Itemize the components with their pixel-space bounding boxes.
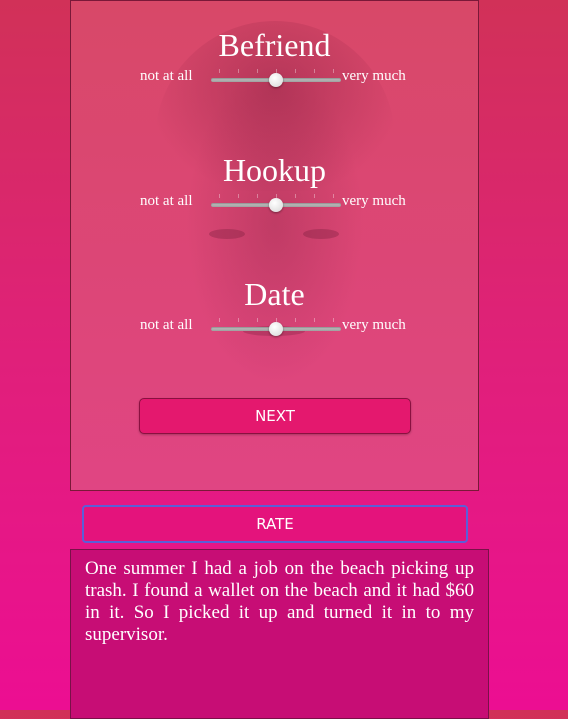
slider-tick — [314, 69, 315, 73]
high-label: very much — [342, 317, 406, 333]
slider-tick — [295, 194, 296, 198]
date-slider[interactable] — [211, 318, 341, 340]
high-label: very much — [342, 68, 406, 84]
slider-tick — [238, 194, 239, 198]
befriend-slider[interactable] — [211, 69, 341, 91]
rating-panel: Befriend not at all very much Hookup not… — [70, 0, 479, 491]
slider-thumb[interactable] — [269, 198, 283, 212]
slider-tick — [314, 318, 315, 322]
slider-tick — [257, 194, 258, 198]
low-label: not at all — [140, 68, 193, 84]
rating-title: Date — [244, 276, 305, 312]
slider-tick — [333, 69, 334, 73]
slider-tick — [333, 318, 334, 322]
rate-button[interactable]: RATE — [82, 505, 468, 543]
low-label: not at all — [140, 193, 193, 209]
low-label: not at all — [140, 317, 193, 333]
rating-date: Date not at all very much — [71, 276, 478, 376]
slider-thumb[interactable] — [269, 73, 283, 87]
rating-title: Befriend — [218, 27, 331, 63]
slider-thumb[interactable] — [269, 322, 283, 336]
high-label: very much — [342, 193, 406, 209]
rating-title: Hookup — [222, 152, 327, 188]
story-text: One summer I had a job on the beach pick… — [70, 549, 489, 719]
hookup-slider[interactable] — [211, 194, 341, 216]
slider-tick — [219, 318, 220, 322]
slider-tick — [238, 69, 239, 73]
slider-tick — [219, 194, 220, 198]
slider-tick — [314, 194, 315, 198]
slider-tick — [295, 69, 296, 73]
slider-tick — [238, 318, 239, 322]
slider-tick — [219, 69, 220, 73]
slider-tick — [257, 318, 258, 322]
rating-hookup: Hookup not at all very much — [71, 152, 478, 252]
next-button[interactable]: NEXT — [139, 398, 411, 434]
slider-tick — [295, 318, 296, 322]
slider-tick — [333, 194, 334, 198]
slider-tick — [257, 69, 258, 73]
rating-befriend: Befriend not at all very much — [71, 27, 478, 127]
